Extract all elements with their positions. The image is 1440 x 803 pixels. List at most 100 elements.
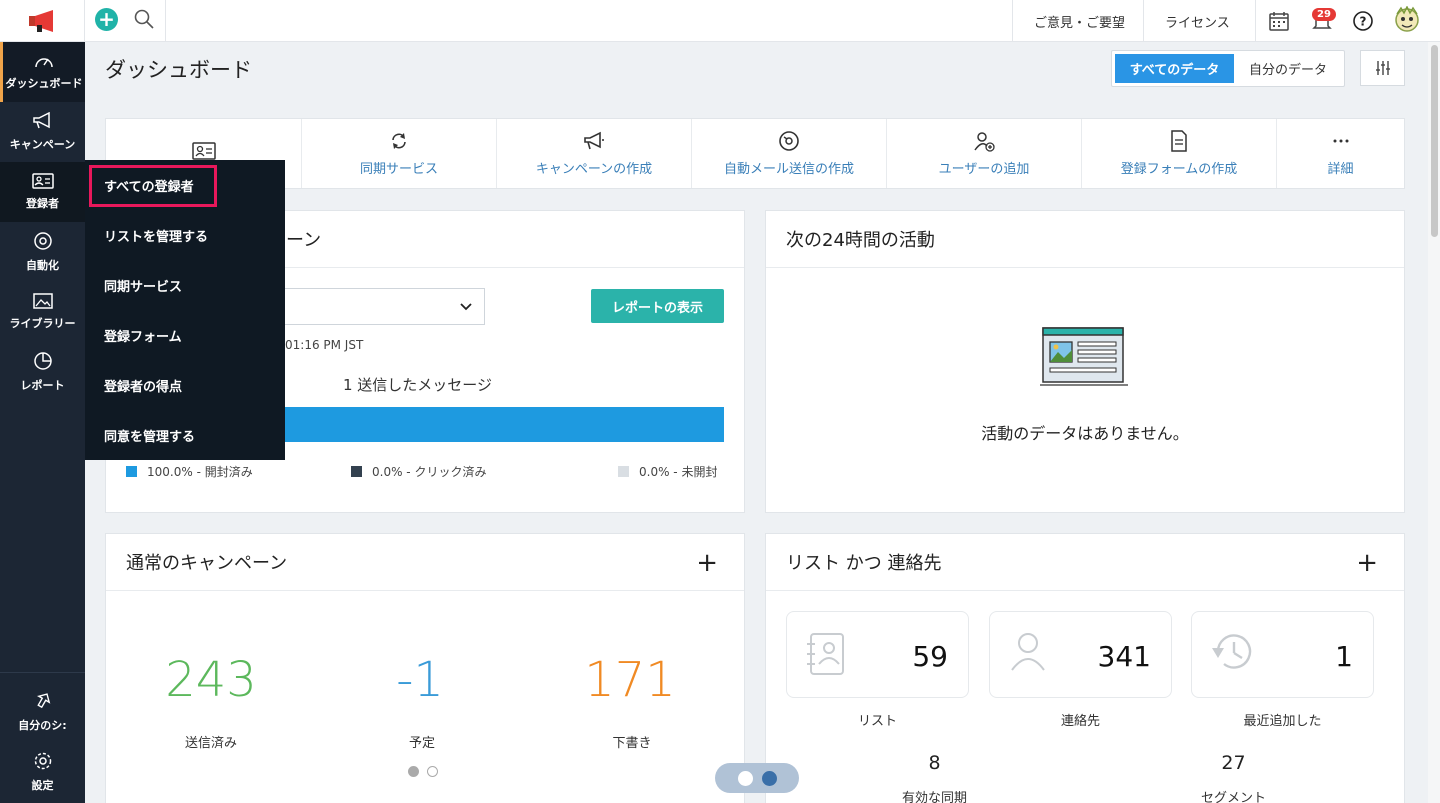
license-link[interactable]: ライセンス — [1165, 0, 1230, 42]
sidebar-item-label: 自分のシ: — [18, 719, 67, 732]
sidebar-item-library[interactable]: ライブラリー — [0, 282, 85, 342]
menu-item-manage-lists[interactable]: リストを管理する — [85, 210, 285, 260]
megaphone-icon — [584, 131, 604, 150]
menu-item-signup-forms[interactable]: 登録フォーム — [85, 310, 285, 360]
divider — [1255, 0, 1256, 42]
empty-activity-text: 活動のデータはありません。 — [981, 424, 1189, 443]
automation-icon — [33, 232, 52, 250]
card-title: ーン — [286, 230, 322, 251]
automation-icon — [779, 131, 799, 151]
add-list-button[interactable]: + — [1356, 548, 1378, 578]
legend-unopened: 0.0% - 未開封 — [618, 463, 717, 480]
sidebar-item-reports[interactable]: レポート — [0, 342, 85, 402]
sidebar-item-dashboard[interactable]: ダッシュボード — [0, 42, 85, 102]
quick-action-label: 自動メール送信の作成 — [723, 162, 854, 177]
contact-card-icon — [31, 173, 54, 189]
legend-label: 100.0% - 開封済み — [147, 465, 253, 479]
quick-action-create-campaign[interactable]: キャンペーンの作成 — [497, 119, 692, 188]
add-campaign-button[interactable]: + — [696, 548, 718, 578]
toggle-my-data[interactable]: 自分のデータ — [1234, 54, 1342, 83]
menu-item-manage-consent[interactable]: 同意を管理する — [85, 410, 285, 460]
lists-count: 59 — [912, 640, 948, 673]
quick-add-button[interactable]: + — [95, 8, 118, 31]
customize-dashboard-button[interactable] — [1360, 50, 1405, 86]
active-sync-label: 有効な同期 — [901, 791, 967, 803]
quick-action-create-autoresponder[interactable]: 自動メール送信の作成 — [692, 119, 887, 188]
quick-action-label: 登録フォームの作成 — [1120, 162, 1238, 177]
quick-action-sync-services[interactable]: 同期サービス — [302, 119, 497, 188]
carousel-dot[interactable] — [408, 766, 419, 777]
svg-text:?: ? — [1360, 15, 1367, 29]
more-icon — [1333, 139, 1348, 143]
card-title: 次の24時間の活動 — [766, 211, 1404, 268]
contacts-count-box[interactable]: 341 — [989, 611, 1172, 698]
divider — [1012, 0, 1013, 42]
megaphone-icon — [32, 112, 50, 129]
list-contact-icon — [807, 633, 844, 675]
view-report-button[interactable]: レポートの表示 — [591, 289, 724, 323]
legend-clicked: 0.0% - クリック済み — [351, 463, 486, 480]
highlight-frame — [89, 165, 217, 207]
sidebar-item-subscribers[interactable]: 登録者 — [0, 162, 85, 222]
stat-draft-label: 下書き — [612, 736, 652, 751]
gear-icon — [34, 752, 51, 770]
sidebar-item-automation[interactable]: 自動化 — [0, 222, 85, 282]
notification-badge: 29 — [1312, 8, 1336, 21]
sidebar-item-label: 登録者 — [26, 197, 59, 210]
quick-action-label: ユーザーの追加 — [938, 162, 1030, 177]
card-title: 通常のキャンペーン — [106, 534, 744, 591]
calendar-icon[interactable] — [1266, 8, 1292, 34]
legend-label: 0.0% - 未開封 — [639, 465, 718, 479]
carousel-dots — [408, 766, 438, 777]
scrollbar-thumb[interactable] — [1431, 45, 1438, 237]
sidebar-item-label: ライブラリー — [9, 317, 76, 330]
megaphone-logo-icon — [29, 10, 53, 32]
sidebar-item-share[interactable]: 自分のシ: — [0, 682, 85, 742]
page-dot[interactable] — [737, 770, 753, 786]
sidebar: ダッシュボード キャンペーン 登録者 自動化 ライブラリー レポート 自分のシ:… — [0, 42, 85, 803]
quick-action-label: 詳細 — [1327, 162, 1354, 177]
sidebar-item-label: レポート — [20, 379, 65, 392]
sent-message-count: 1 送信したメッセージ — [343, 376, 493, 394]
feedback-link[interactable]: ご意見・ご要望 — [1034, 0, 1125, 42]
toggle-all-data[interactable]: すべてのデータ — [1115, 54, 1234, 83]
legend-swatch — [126, 466, 137, 477]
recently-added-count: 1 — [1335, 640, 1353, 673]
stat-scheduled-label: 予定 — [408, 736, 435, 751]
menu-item-sync-services[interactable]: 同期サービス — [85, 260, 285, 310]
chevron-down-icon — [460, 303, 472, 311]
legend-swatch — [351, 466, 362, 477]
help-icon[interactable]: ? — [1350, 8, 1376, 34]
page-indicator[interactable] — [715, 763, 799, 793]
user-icon — [1011, 633, 1045, 671]
sidebar-item-campaigns[interactable]: キャンペーン — [0, 102, 85, 162]
quick-actions-bar: 同期サービス キャンペーンの作成 自動メール送信の作成 ユーザーの追加 登録フォ… — [105, 118, 1405, 189]
divider — [165, 0, 166, 42]
menu-item-subscriber-scoring[interactable]: 登録者の得点 — [85, 360, 285, 410]
contacts-label: 連絡先 — [1060, 714, 1100, 729]
history-icon — [1212, 634, 1252, 669]
contacts-count: 341 — [1097, 640, 1151, 673]
lists-count-box[interactable]: 59 — [786, 611, 969, 698]
data-scope-toggle: すべてのデータ 自分のデータ — [1111, 50, 1345, 87]
sidebar-item-label: ダッシュボード — [5, 77, 83, 90]
campaign-select[interactable] — [282, 288, 485, 325]
recently-added-label: 最近追加した — [1243, 714, 1322, 729]
recently-added-box[interactable]: 1 — [1191, 611, 1374, 698]
quick-action-more[interactable]: 詳細 — [1277, 119, 1404, 188]
user-avatar[interactable] — [1392, 5, 1422, 37]
quick-action-create-signup-form[interactable]: 登録フォームの作成 — [1082, 119, 1277, 188]
gauge-icon — [35, 58, 53, 68]
app-logo[interactable] — [0, 0, 85, 42]
legend-label: 0.0% - クリック済み — [372, 465, 487, 479]
quick-action-add-user[interactable]: ユーザーの追加 — [887, 119, 1082, 188]
divider — [0, 672, 85, 673]
quick-action-label: キャンペーンの作成 — [535, 162, 653, 177]
sidebar-item-label: キャンペーン — [9, 138, 76, 151]
sliders-icon — [1375, 61, 1390, 75]
campaign-timestamp: 01:16 PM JST — [285, 338, 364, 352]
sidebar-item-settings[interactable]: 設定 — [0, 742, 85, 802]
carousel-dot[interactable] — [427, 766, 438, 777]
search-icon[interactable] — [133, 8, 159, 34]
page-dot[interactable] — [761, 770, 777, 786]
